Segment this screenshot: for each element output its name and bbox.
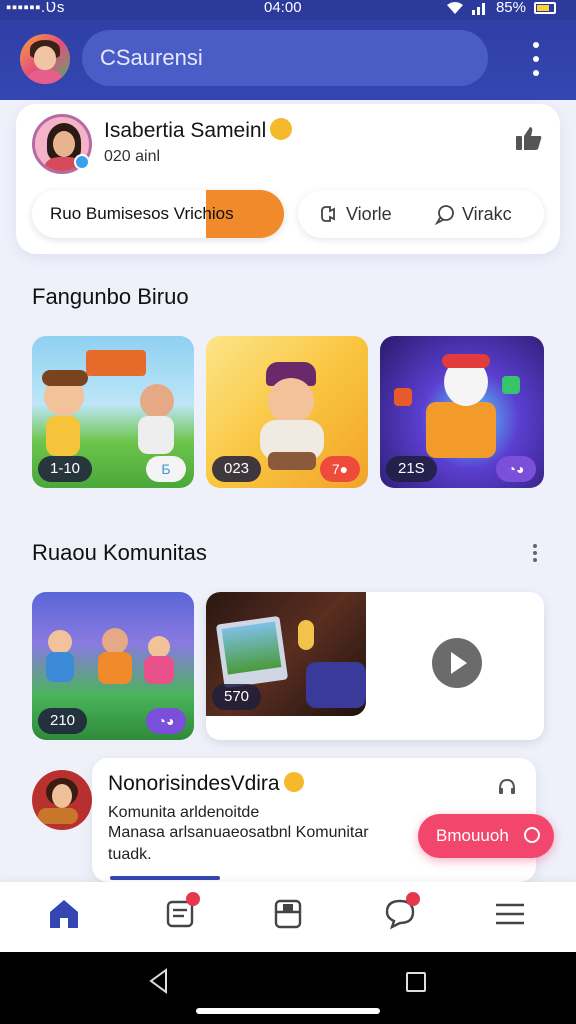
- headset-icon[interactable]: [496, 776, 518, 798]
- microphone-shape: [298, 620, 314, 650]
- boy-face-shape: [268, 378, 314, 424]
- user-avatar[interactable]: [20, 34, 70, 84]
- notification-line: Komunita arldenoitde: [108, 804, 260, 821]
- battery-percent: 85%: [495, 0, 526, 16]
- notification-title-text: NonorisindesVdira: [108, 772, 280, 795]
- signal-icon: [471, 3, 485, 15]
- recent-apps-icon[interactable]: [406, 972, 426, 992]
- wifi-icon: [446, 2, 463, 14]
- shirt2-shape: [138, 416, 174, 454]
- tab-live-label: Virakc: [462, 204, 512, 224]
- notification-avatar[interactable]: [32, 770, 92, 830]
- play-icon[interactable]: [432, 638, 482, 688]
- featured-video-card[interactable]: 570: [206, 592, 544, 740]
- avatar-shirt: [28, 70, 62, 84]
- wave-emoji-icon: [283, 772, 304, 792]
- child2-face-shape: [140, 384, 174, 418]
- clock: 04:00: [264, 0, 302, 16]
- back-icon[interactable]: [148, 968, 170, 994]
- tab-video[interactable]: Viorle: [318, 190, 392, 238]
- profile-avatar-face: [53, 131, 75, 157]
- view-count-badge: 023: [212, 456, 262, 482]
- more-options-icon[interactable]: [528, 42, 544, 76]
- app-bar: CSaurensi: [0, 20, 576, 100]
- shirt-shape: [46, 416, 80, 456]
- profile-subtitle: 020 ainl: [104, 148, 161, 165]
- profile-name: Isabertia Sameinl: [104, 118, 293, 143]
- kid-shirt-shape: [46, 652, 74, 682]
- section-title-featured: Fangunbo Biruo: [32, 284, 189, 309]
- join-button-label: Bmouuoh: [436, 826, 509, 845]
- view-count-badge: 1-10: [38, 456, 93, 482]
- tab-primary[interactable]: Ruo Bumisesos Vrichios: [32, 190, 284, 238]
- profile-name-text: Isabertia Sameinl: [104, 119, 267, 142]
- kid-face-shape: [148, 636, 170, 658]
- bookmark-icon[interactable]: [270, 896, 306, 932]
- signal-indicator: ▪▪▪▪▪▪.Ʋs: [6, 0, 65, 16]
- section-more-icon[interactable]: [530, 544, 540, 562]
- notification-progress-bar: [110, 876, 220, 880]
- thumbs-up-icon[interactable]: [514, 124, 544, 154]
- laptop-shape: [215, 615, 289, 689]
- home-gesture-bar[interactable]: [196, 1008, 380, 1014]
- notification-line: tuadk.: [108, 846, 152, 863]
- view-count-badge: 21S: [386, 456, 437, 482]
- sleeve-shape: [306, 662, 366, 708]
- system-navigation-bar: [0, 952, 576, 1024]
- view-count-badge: 570: [212, 684, 262, 710]
- live-icon: [434, 205, 454, 225]
- notification-dot: [406, 892, 420, 906]
- video-icon: [321, 206, 335, 222]
- home-icon[interactable]: [46, 896, 82, 932]
- battery-icon: [534, 2, 556, 14]
- verified-badge-icon: [74, 154, 90, 170]
- profile-card: Isabertia Sameinl 020 ainl Ruo Bumisesos…: [16, 104, 560, 254]
- media-type-badge: ◔◕: [496, 456, 536, 482]
- join-button[interactable]: Bmouuoh: [418, 814, 554, 858]
- video-thumbnail[interactable]: 21S ◔◕: [380, 336, 544, 488]
- sign-shape: [86, 350, 146, 376]
- status-bar: ▪▪▪▪▪▪.Ʋs 04:00 85%: [0, 0, 576, 20]
- pants-shape: [268, 452, 316, 470]
- media-type-badge: 7●: [320, 456, 360, 482]
- guitar-shape: [38, 808, 78, 824]
- notification-line: Manasa arlsanuaeosatbnl Komunitar: [108, 824, 369, 841]
- floating-block-shape: [502, 376, 520, 394]
- bottom-navigation: [0, 882, 576, 952]
- menu-icon[interactable]: [492, 896, 528, 932]
- ring-icon: [524, 827, 540, 843]
- search-input[interactable]: CSaurensi: [82, 30, 488, 86]
- view-count-badge: 210: [38, 708, 88, 734]
- kid-face-shape: [102, 628, 128, 654]
- tab-primary-label: Ruo Bumisesos Vrichios: [50, 204, 234, 223]
- section-title-community: Ruaou Komunitas: [32, 540, 207, 565]
- kid-shirt-shape: [98, 652, 132, 684]
- nav-chat[interactable]: [382, 892, 420, 932]
- video-thumbnail[interactable]: 210 ◔◕: [32, 592, 194, 740]
- floating-block-shape: [394, 388, 412, 406]
- tab-video-label: Viorle: [346, 204, 392, 224]
- notif-avatar-face: [52, 784, 72, 808]
- kid-shirt-shape: [144, 656, 174, 684]
- hat-shape: [42, 370, 88, 386]
- video-thumbnail[interactable]: 023 7●: [206, 336, 368, 488]
- tab-live[interactable]: Virakc: [434, 190, 512, 238]
- status-icons: 85%: [446, 0, 556, 16]
- gift-box-shape: [426, 402, 496, 458]
- video-thumbnail: 570: [206, 592, 366, 716]
- video-thumbnail[interactable]: 1-10 Б: [32, 336, 194, 488]
- media-type-badge: Б: [146, 456, 186, 482]
- tab-media-group: Viorle Virakc: [298, 190, 544, 238]
- notification-title: NonorisindesVdira: [108, 772, 304, 796]
- smile-emoji-icon: [270, 118, 293, 140]
- nav-inbox[interactable]: [162, 892, 200, 932]
- kid-face-shape: [48, 630, 72, 654]
- avatar-face: [34, 46, 56, 70]
- media-type-badge: ◔◕: [146, 708, 186, 734]
- profile-tabs: Ruo Bumisesos Vrichios Viorle Virakc: [32, 190, 544, 240]
- notification-dot: [186, 892, 200, 906]
- mascot-hat-shape: [442, 354, 490, 368]
